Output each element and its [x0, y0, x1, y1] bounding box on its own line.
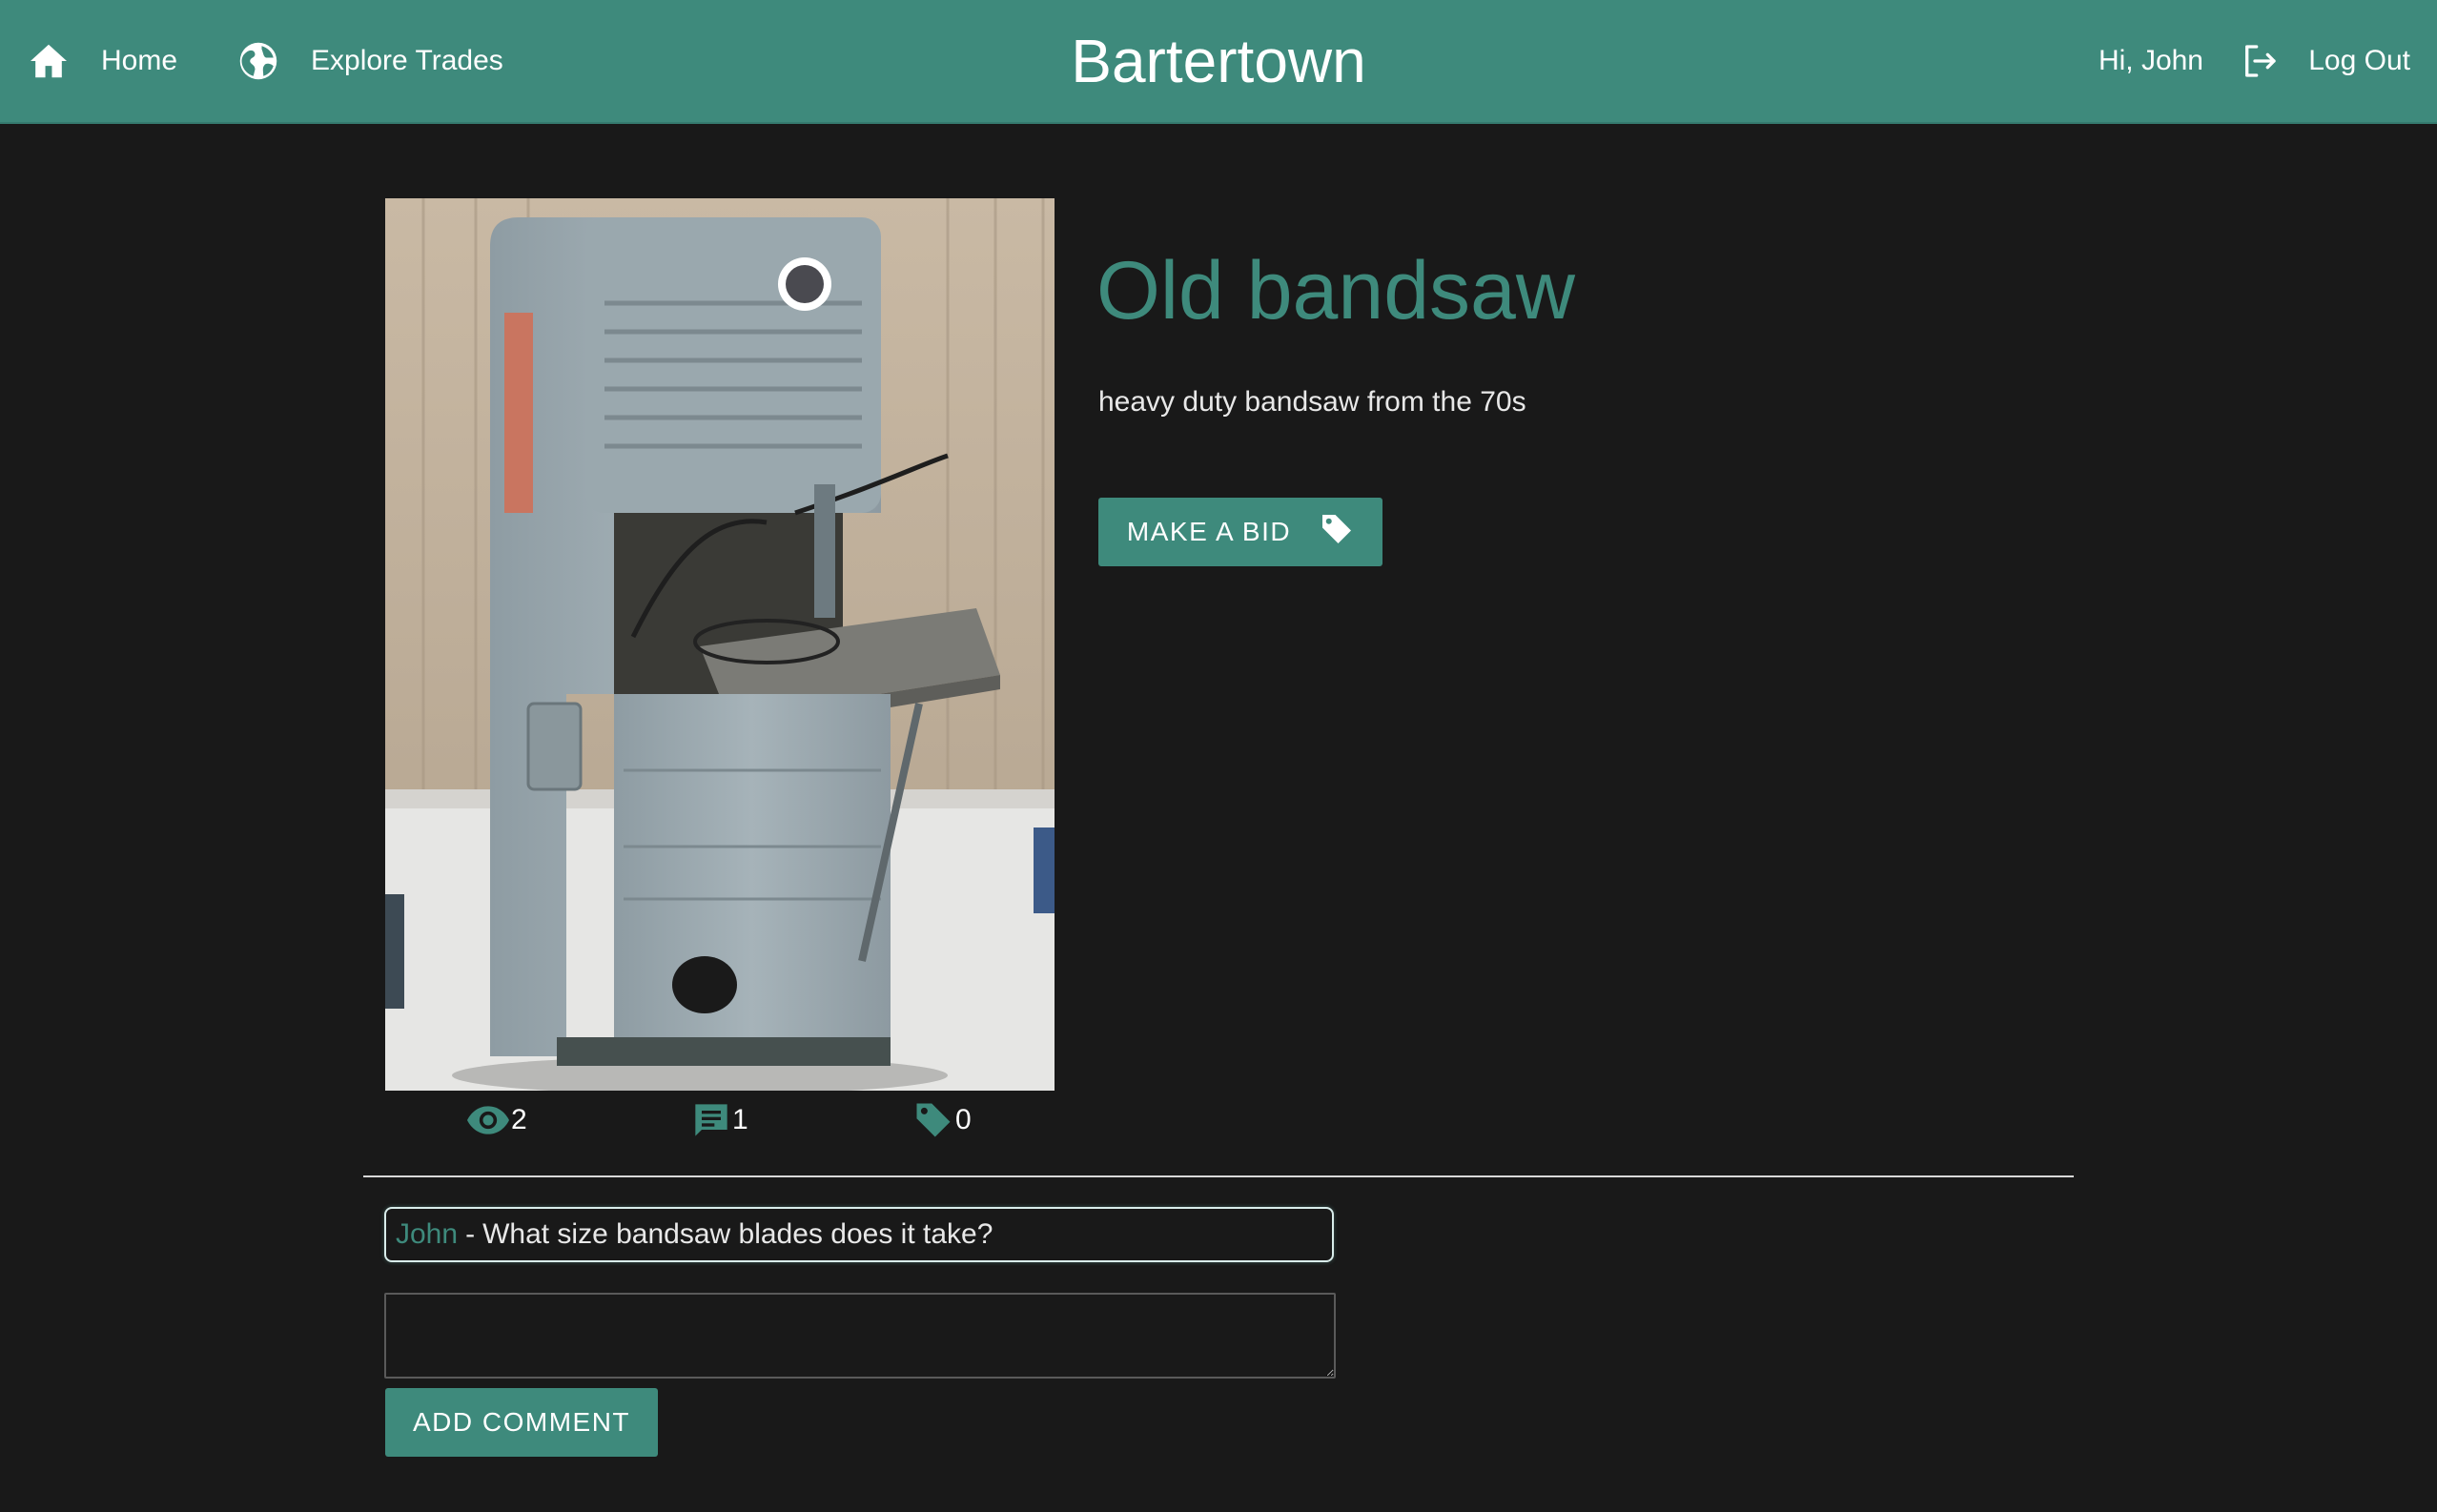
bids-count: 0	[955, 1104, 972, 1135]
tag-icon	[913, 1100, 955, 1140]
trade-description: heavy duty bandsaw from the 70s	[1098, 386, 1526, 418]
user-greeting: Hi, John	[2098, 45, 2203, 76]
comment-icon	[692, 1101, 732, 1139]
nav-home-label: Home	[101, 45, 178, 76]
views-count: 2	[511, 1104, 527, 1135]
brand-title[interactable]: Bartertown	[1071, 26, 1365, 96]
comment-text: What size bandsaw blades does it take?	[482, 1218, 993, 1250]
nav-explore-label: Explore Trades	[311, 45, 503, 76]
comment-separator: -	[465, 1218, 476, 1250]
add-comment-button[interactable]: ADD COMMENT	[385, 1388, 658, 1457]
nav-home-link[interactable]: Home	[29, 0, 177, 122]
comments-count: 1	[732, 1104, 748, 1135]
logout-label: Log Out	[2308, 45, 2410, 76]
home-icon	[29, 43, 69, 79]
make-bid-button[interactable]: MAKE A BID	[1098, 498, 1382, 566]
section-divider	[363, 1175, 2074, 1177]
make-bid-label: MAKE A BID	[1126, 517, 1292, 546]
logout-link[interactable]: Log Out	[2240, 0, 2410, 122]
tag-icon	[1291, 512, 1354, 553]
globe-icon	[238, 41, 278, 81]
views-stat: 2	[467, 1096, 527, 1144]
comment-input[interactable]	[384, 1293, 1336, 1379]
bids-stat: 0	[913, 1096, 972, 1144]
trade-title: Old bandsaw	[1096, 245, 1575, 337]
eye-icon	[467, 1106, 511, 1134]
trade-image	[385, 198, 1055, 1091]
comment-author: John	[396, 1218, 459, 1250]
logout-icon	[2240, 42, 2280, 80]
comment-item[interactable]: John - What size bandsaw blades does it …	[384, 1207, 1334, 1262]
nav-explore-link[interactable]: Explore Trades	[238, 0, 503, 122]
comments-stat: 1	[692, 1096, 748, 1144]
navbar: Home Explore Trades Bartertown Hi, John …	[0, 0, 2437, 124]
